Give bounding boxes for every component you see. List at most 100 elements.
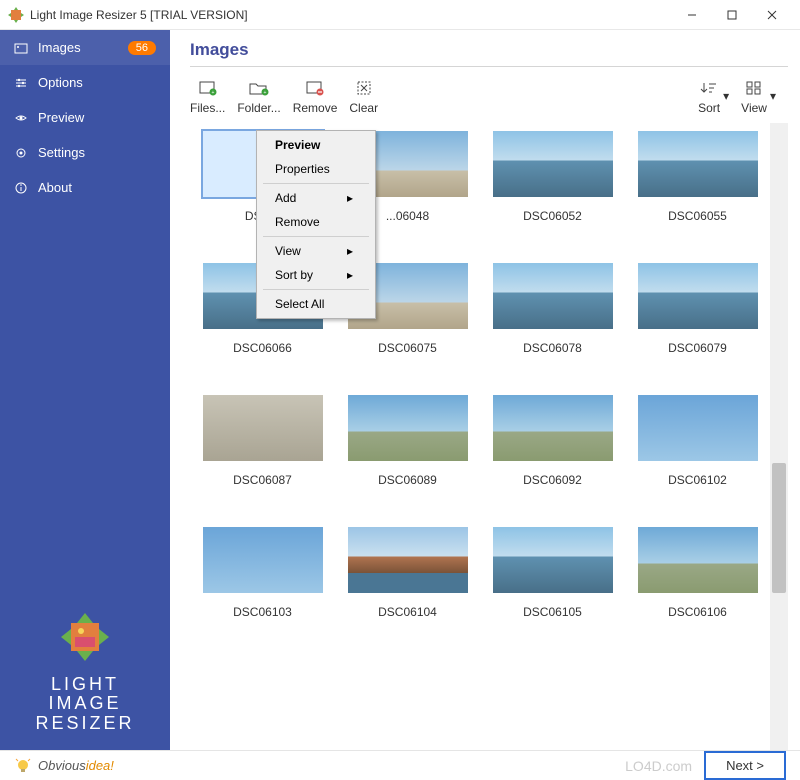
sidebar-item-label: Images (38, 40, 128, 55)
sidebar: Images 56 Options Preview Settings About… (0, 30, 170, 750)
scrollbar-thumb[interactable] (772, 463, 786, 593)
ctx-preview[interactable]: Preview (259, 133, 373, 157)
thumbnail-caption: DSC06066 (233, 341, 292, 355)
thumbnail-item[interactable]: DSC06106 (627, 521, 768, 649)
thumbnail-image (638, 395, 758, 461)
ctx-properties[interactable]: Properties (259, 157, 373, 181)
images-icon (14, 41, 28, 55)
about-icon (14, 181, 28, 195)
sort-button[interactable]: Sort ▾ (698, 77, 729, 115)
remove-icon (305, 77, 325, 99)
ctx-sep (263, 183, 369, 184)
footer-brand[interactable]: Obviousidea! (38, 758, 114, 773)
thumbnail-caption: DSC06055 (668, 209, 727, 223)
sidebar-item-options[interactable]: Options (0, 65, 170, 100)
thumbnail-image (348, 395, 468, 461)
sort-icon (700, 77, 718, 99)
view-icon (745, 77, 763, 99)
thumbnail-item[interactable]: DSC06087 (192, 389, 333, 517)
thumbnail-image (348, 527, 468, 593)
maximize-button[interactable] (712, 1, 752, 29)
thumbnail-item[interactable]: DSC06104 (337, 521, 478, 649)
thumbnail-image (493, 527, 613, 593)
ctx-sort-by[interactable]: Sort by▸ (259, 263, 373, 287)
footer: Obviousidea! LO4D.com Next > (0, 750, 800, 780)
thumbnail-caption: DSC06092 (523, 473, 582, 487)
svg-text:+: + (211, 90, 214, 96)
sidebar-item-label: About (38, 180, 156, 195)
sidebar-item-label: Options (38, 75, 156, 90)
thumbnail-image (638, 263, 758, 329)
divider (190, 66, 788, 67)
thumbnail-item[interactable]: DSC06089 (337, 389, 478, 517)
files-icon: + (198, 77, 218, 99)
main-panel: Images + Files... + Folder... Remove Cle… (170, 30, 800, 750)
app-icon (8, 7, 24, 23)
thumbnail-caption: DSC06106 (668, 605, 727, 619)
ctx-sep (263, 236, 369, 237)
thumbnail-item[interactable]: DSC06055 (627, 125, 768, 253)
clear-button[interactable]: Clear (349, 77, 378, 115)
thumbnail-item[interactable]: DSC06092 (482, 389, 623, 517)
thumbnail-image (493, 263, 613, 329)
thumbnail-item[interactable]: DSC06105 (482, 521, 623, 649)
thumbnail-item[interactable]: DSC06079 (627, 257, 768, 385)
minimize-button[interactable] (672, 1, 712, 29)
thumbnail-caption: DSC06104 (378, 605, 437, 619)
thumbnail-caption: DSC06105 (523, 605, 582, 619)
caret-down-icon: ▾ (770, 89, 776, 103)
thumbnail-image (493, 131, 613, 197)
lightbulb-icon (14, 757, 32, 775)
sidebar-logo: LIGHT IMAGE RESIZER (0, 593, 170, 750)
ctx-view[interactable]: View▸ (259, 239, 373, 263)
sidebar-item-images[interactable]: Images 56 (0, 30, 170, 65)
options-icon (14, 76, 28, 90)
scrollbar[interactable] (770, 123, 788, 750)
thumbnail-image (203, 395, 323, 461)
toolbar: + Files... + Folder... Remove Clear Sort (190, 73, 788, 123)
chevron-right-icon: ▸ (347, 244, 353, 258)
chevron-right-icon: ▸ (347, 191, 353, 205)
thumbnail-caption: DSC06087 (233, 473, 292, 487)
titlebar: Light Image Resizer 5 [TRIAL VERSION] (0, 0, 800, 30)
thumbnail-caption: DSC06075 (378, 341, 437, 355)
thumbnail-caption: ...06048 (386, 209, 429, 223)
ctx-select-all[interactable]: Select All (259, 292, 373, 316)
thumbnail-caption: DSC06102 (668, 473, 727, 487)
close-button[interactable] (752, 1, 792, 29)
watermark: LO4D.com (625, 758, 692, 774)
page-title: Images (190, 40, 788, 60)
thumbnail-item[interactable]: DSC06078 (482, 257, 623, 385)
clear-icon (355, 77, 373, 99)
ctx-remove[interactable]: Remove (259, 210, 373, 234)
remove-button[interactable]: Remove (293, 77, 338, 115)
svg-text:+: + (264, 90, 267, 96)
files-button[interactable]: + Files... (190, 77, 225, 115)
thumbnail-item[interactable]: DSC06052 (482, 125, 623, 253)
sidebar-item-about[interactable]: About (0, 170, 170, 205)
thumbnail-image (638, 527, 758, 593)
brand-text: LIGHT IMAGE RESIZER (0, 675, 170, 734)
settings-icon (14, 146, 28, 160)
thumbnail-image (203, 527, 323, 593)
ctx-sep (263, 289, 369, 290)
sidebar-item-label: Preview (38, 110, 156, 125)
thumbnail-image (638, 131, 758, 197)
thumbnail-caption: DSC06052 (523, 209, 582, 223)
ctx-add[interactable]: Add▸ (259, 186, 373, 210)
sidebar-item-label: Settings (38, 145, 156, 160)
thumbnail-image (493, 395, 613, 461)
next-button[interactable]: Next > (704, 751, 786, 780)
thumbnail-caption: DSC06103 (233, 605, 292, 619)
thumbnail-item[interactable]: DSC06103 (192, 521, 333, 649)
image-count-badge: 56 (128, 41, 156, 55)
thumbnail-item[interactable]: DSC06102 (627, 389, 768, 517)
window-title: Light Image Resizer 5 [TRIAL VERSION] (30, 8, 672, 22)
caret-down-icon: ▾ (723, 89, 729, 103)
chevron-right-icon: ▸ (347, 268, 353, 282)
sidebar-item-preview[interactable]: Preview (0, 100, 170, 135)
folder-button[interactable]: + Folder... (237, 77, 280, 115)
thumbnail-caption: DSC06089 (378, 473, 437, 487)
sidebar-item-settings[interactable]: Settings (0, 135, 170, 170)
view-button[interactable]: View ▾ (741, 77, 776, 115)
